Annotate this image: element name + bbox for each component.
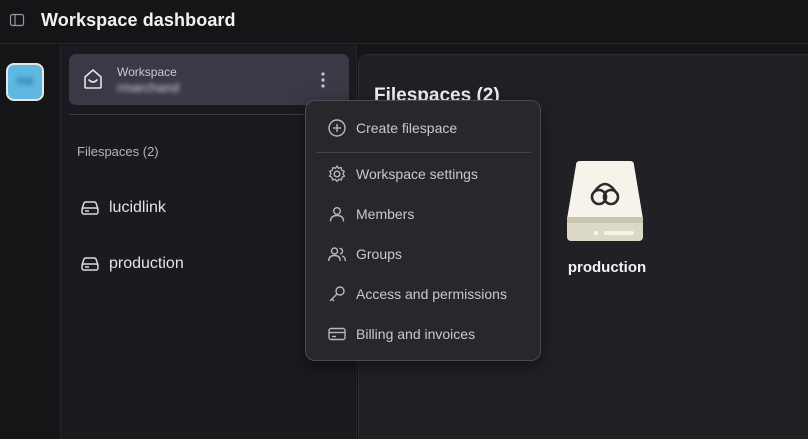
menu-item-label: Workspace settings — [356, 166, 478, 182]
users-icon — [328, 247, 346, 262]
sidebar-item-production[interactable]: production — [73, 246, 313, 282]
credit-card-icon — [328, 327, 346, 341]
menu-item-label: Members — [356, 206, 415, 222]
lucidlink-drive-icon — [567, 161, 643, 241]
filespace-tile-label: production — [567, 259, 647, 276]
sidebar-item-lucidlink[interactable]: lucidlink — [73, 190, 313, 226]
sidebar-toggle-icon[interactable] — [9, 12, 25, 28]
menu-item-groups[interactable]: Groups — [316, 237, 532, 271]
workspace-dropdown-menu: Create filespace Workspace settings Memb… — [305, 100, 541, 361]
menu-item-members[interactable]: Members — [316, 197, 532, 231]
home-icon — [84, 69, 102, 89]
workspace-user: rmarchand — [117, 80, 180, 95]
sidebar-item-label: lucidlink — [109, 199, 166, 216]
avatar-initials: RM — [16, 76, 34, 88]
key-icon — [329, 286, 345, 302]
avatar[interactable]: RM — [6, 63, 44, 101]
drive-icon — [81, 257, 99, 271]
menu-item-create-filespace[interactable]: Create filespace — [316, 111, 532, 145]
sidebar-item-label: production — [109, 255, 184, 272]
drive-icon — [81, 201, 99, 215]
menu-item-access-permissions[interactable]: Access and permissions — [316, 277, 532, 311]
filespace-tile-production[interactable]: production — [549, 161, 659, 281]
menu-item-billing-invoices[interactable]: Billing and invoices — [316, 317, 532, 351]
filespaces-heading: Filespaces (2) — [77, 144, 159, 159]
kebab-icon[interactable] — [319, 70, 327, 90]
page-title: Workspace dashboard — [41, 10, 236, 30]
menu-item-label: Access and permissions — [356, 286, 507, 302]
workspace-card[interactable]: Workspace rmarchand — [69, 54, 349, 105]
menu-item-label: Create filespace — [356, 120, 458, 136]
top-bar: Workspace dashboard — [0, 0, 808, 44]
user-icon — [329, 207, 345, 222]
workspace-rail: RM — [0, 45, 61, 439]
workspace-label: Workspace — [117, 65, 177, 79]
gear-icon — [328, 165, 346, 183]
menu-item-label: Groups — [356, 246, 402, 262]
menu-item-workspace-settings[interactable]: Workspace settings — [316, 157, 532, 191]
plus-circle-icon — [328, 119, 346, 137]
menu-item-label: Billing and invoices — [356, 326, 476, 342]
menu-divider — [316, 152, 531, 153]
